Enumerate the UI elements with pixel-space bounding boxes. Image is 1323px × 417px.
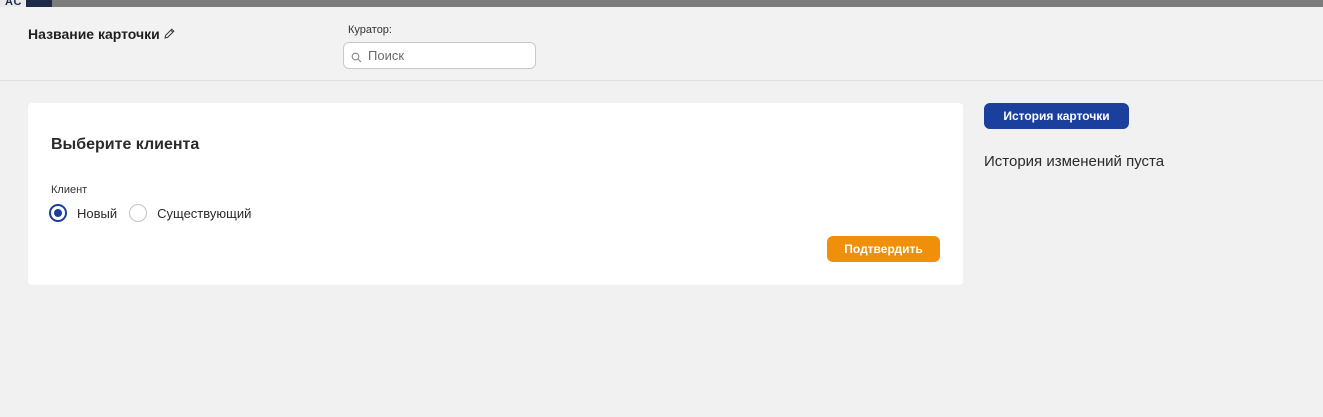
search-input[interactable] — [368, 48, 528, 63]
avatar-initials: AC — [0, 0, 26, 7]
radio-button-new[interactable] — [49, 204, 67, 222]
confirm-button[interactable]: Подтвердить — [827, 236, 940, 262]
history-empty-text: История изменений пуста — [984, 153, 1165, 170]
curator-search[interactable] — [343, 42, 536, 69]
radio-label-existing: Существующий — [157, 205, 252, 221]
curator-label: Куратор: — [348, 24, 392, 36]
card-history-button[interactable]: История карточки — [984, 103, 1129, 129]
card-title: Название карточки — [28, 26, 160, 42]
card-header: Название карточки Куратор: — [0, 7, 1323, 81]
top-bar: AC — [0, 0, 1323, 7]
pencil-icon[interactable] — [163, 27, 176, 40]
radio-option-existing[interactable]: Существующий — [129, 204, 251, 222]
search-icon — [351, 50, 362, 63]
client-type-radio-group: Новый Существующий — [49, 204, 263, 222]
card-title-group: Название карточки — [28, 26, 176, 42]
radio-label-new: Новый — [77, 205, 118, 221]
radio-button-existing[interactable] — [129, 204, 148, 222]
avatar[interactable]: AC — [0, 0, 52, 7]
radio-option-new[interactable]: Новый — [49, 204, 117, 222]
panel-title: Выберите клиента — [51, 136, 200, 153]
client-field-label: Клиент — [51, 184, 88, 196]
client-selection-panel: Выберите клиента Клиент Новый Существующ… — [28, 103, 963, 285]
